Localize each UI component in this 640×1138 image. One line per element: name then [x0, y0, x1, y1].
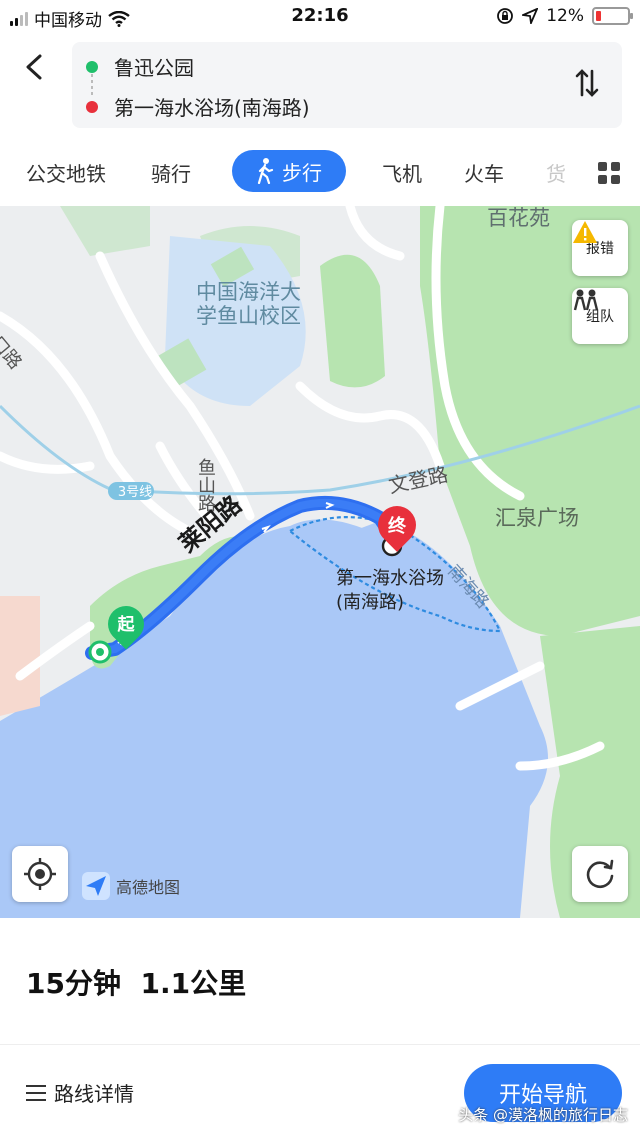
rotation-lock-icon: [497, 8, 514, 24]
swap-icon[interactable]: [574, 68, 600, 98]
back-icon[interactable]: [20, 52, 50, 82]
status-right: 12%: [496, 6, 633, 26]
report-error-button[interactable]: 报错: [572, 220, 628, 276]
destination-dot-icon: [86, 100, 98, 113]
amap-logo-text: 高德地图: [116, 878, 181, 897]
map-canvas: [0, 206, 640, 918]
amap-logo-icon: [82, 872, 110, 900]
start-marker-label: 起: [117, 615, 135, 635]
origin-dot-icon: [86, 60, 98, 73]
route-details-label: 路线详情: [54, 1082, 134, 1106]
tab-freight[interactable]: 货: [546, 158, 566, 187]
tab-cycling[interactable]: 骑行: [151, 158, 191, 187]
destination-field[interactable]: 第一海水浴场(南海路): [114, 92, 310, 121]
route-summary: 15分钟 1.1公里: [26, 962, 246, 1002]
tab-flight[interactable]: 飞机: [382, 158, 422, 187]
walking-icon: [257, 158, 274, 184]
locate-button[interactable]: [12, 846, 68, 902]
label-beach: 第一海水浴场: [336, 568, 444, 589]
map-view[interactable]: 百花苑 中国海洋大 学鱼山校区 龙口路 3号线 鱼山路 文登路 汇泉广场 莱阳路…: [0, 206, 640, 918]
tab-walking-label: 步行: [282, 160, 322, 185]
list-icon: [26, 1084, 46, 1101]
route-header: 鲁迅公园 第一海水浴场(南海路): [0, 34, 640, 138]
duration-text: 15分钟: [26, 967, 121, 1000]
refresh-button[interactable]: [572, 846, 628, 902]
warning-icon: [573, 221, 597, 243]
route-summary-panel: 15分钟 1.1公里 路线详情 开始导航 头条 @漠洛枫的旅行日志: [0, 918, 640, 1138]
amap-logo: 高德地图: [82, 872, 180, 900]
tab-walking[interactable]: 步行: [232, 150, 346, 192]
label-beach-sub: (南海路): [336, 592, 405, 613]
team-icon: [573, 289, 599, 311]
battery-percent: 12%: [546, 6, 584, 26]
watermark: 头条 @漠洛枫的旅行日志: [458, 1106, 628, 1124]
more-modes-icon[interactable]: [598, 162, 620, 184]
origin-field[interactable]: 鲁迅公园: [114, 52, 194, 81]
tab-train[interactable]: 火车: [464, 158, 504, 187]
origin-row[interactable]: 鲁迅公园: [86, 52, 194, 81]
tab-transit[interactable]: 公交地铁: [26, 158, 106, 187]
route-details-button[interactable]: 路线详情: [26, 1078, 134, 1107]
label-huiquan-square: 汇泉广场: [495, 506, 579, 530]
transport-mode-tabs: 公交地铁 骑行 步行 飞机 火车 货: [0, 138, 640, 206]
label-metro-line: 3号线: [117, 485, 153, 500]
team-button[interactable]: 组队: [572, 288, 628, 344]
distance-text: 1.1公里: [140, 967, 247, 1000]
battery-icon: [592, 7, 633, 25]
status-bar: 中国移动 22:16 12%: [0, 0, 640, 34]
end-marker-label: 终: [388, 516, 406, 537]
label-baihuayuan: 百花苑: [487, 206, 550, 230]
location-arrow-icon: [522, 8, 539, 24]
divider: [0, 1044, 640, 1045]
route-input-box[interactable]: 鲁迅公园 第一海水浴场(南海路): [72, 42, 622, 128]
refresh-icon: [586, 859, 614, 889]
destination-row[interactable]: 第一海水浴场(南海路): [86, 92, 310, 121]
locate-icon: [24, 858, 56, 890]
label-ocean-university-campus: 学鱼山校区: [196, 304, 301, 328]
